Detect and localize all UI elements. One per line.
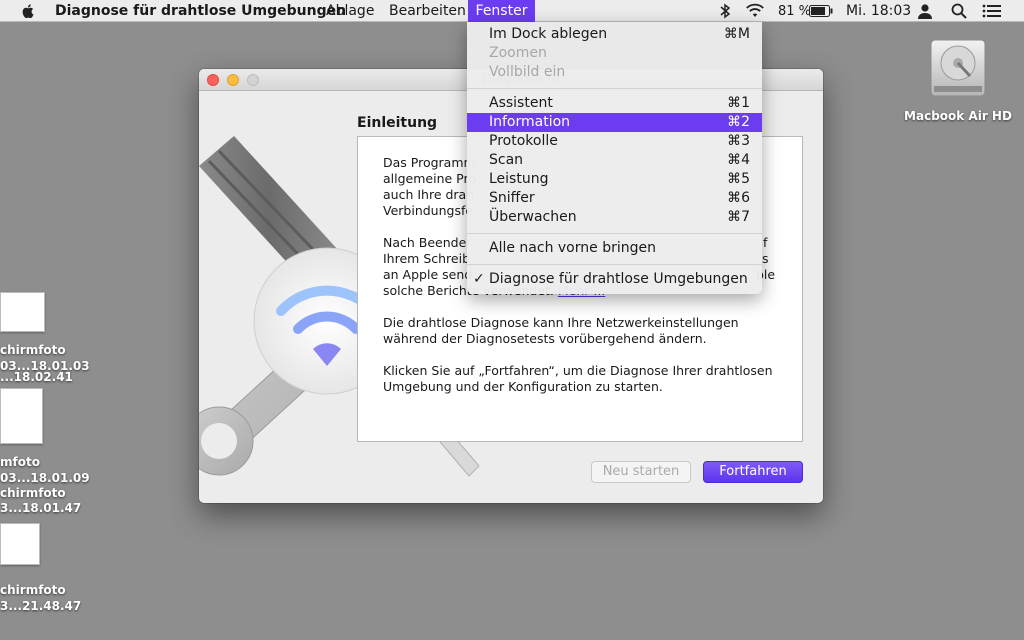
menu-app-name[interactable]: Diagnose für drahtlose Umgebungen bbox=[55, 0, 346, 22]
menu-item-ueberwachen[interactable]: Überwachen ⌘7 bbox=[467, 208, 762, 227]
menu-item-label: Vollbild ein bbox=[489, 64, 566, 80]
text-fragment: s bbox=[762, 251, 769, 266]
menu-item-label: Diagnose für drahtlose Umgebungen bbox=[489, 271, 748, 287]
search-icon[interactable] bbox=[951, 0, 969, 22]
battery-percent: 81 % bbox=[778, 3, 812, 19]
menu-item-scan[interactable]: Scan ⌘4 bbox=[467, 151, 762, 170]
menu-item-label: Zoomen bbox=[489, 45, 547, 61]
menu-item-shortcut: ⌘4 bbox=[727, 152, 750, 168]
menu-item-leistung[interactable]: Leistung ⌘5 bbox=[467, 170, 762, 189]
menu-item-information[interactable]: Information ⌘2 bbox=[467, 113, 762, 132]
menu-separator bbox=[467, 233, 762, 234]
fenster-menu: Im Dock ablegen ⌘M Zoomen Vollbild ein A… bbox=[467, 22, 762, 294]
file-label[interactable]: 3...18.01.47 bbox=[0, 501, 81, 515]
menu-item-alle-nach-vorne[interactable]: Alle nach vorne bringen bbox=[467, 239, 762, 258]
battery-icon[interactable] bbox=[809, 0, 833, 22]
menu-item-label: Im Dock ablegen bbox=[489, 26, 608, 42]
text-line: Verbindungsfe bbox=[383, 203, 474, 218]
menu-item-shortcut: ⌘5 bbox=[727, 171, 750, 187]
screenshot-thumbnail[interactable] bbox=[0, 523, 40, 565]
file-label[interactable]: 3...21.48.47 bbox=[0, 599, 81, 613]
menu-item-label: Sniffer bbox=[489, 190, 535, 206]
restart-button: Neu starten bbox=[591, 461, 691, 483]
menu-item-zoomen: Zoomen bbox=[467, 44, 762, 63]
menu-ablage[interactable]: Ablage bbox=[326, 0, 374, 22]
file-label[interactable]: chirmfoto bbox=[0, 486, 66, 500]
hard-drive-icon[interactable] bbox=[928, 38, 988, 100]
file-label[interactable]: chirmfoto bbox=[0, 343, 66, 357]
drive-label[interactable]: Macbook Air HD bbox=[900, 109, 1016, 123]
menu-item-protokolle[interactable]: Protokolle ⌘3 bbox=[467, 132, 762, 151]
menu-bearbeiten[interactable]: Bearbeiten bbox=[389, 0, 466, 22]
menu-item-label: Assistent bbox=[489, 95, 553, 111]
wifi-icon[interactable] bbox=[745, 0, 767, 22]
file-label[interactable]: mfoto bbox=[0, 455, 40, 469]
file-label[interactable]: ...18.02.41 bbox=[0, 370, 73, 384]
menu-item-label: Leistung bbox=[489, 171, 549, 187]
menu-item-shortcut: ⌘M bbox=[723, 26, 750, 42]
menu-item-shortcut: ⌘1 bbox=[727, 95, 750, 111]
text-line: allgemeine Pro bbox=[383, 171, 476, 186]
user-icon[interactable] bbox=[917, 0, 935, 22]
menu-item-label: Protokolle bbox=[489, 133, 558, 149]
apple-icon[interactable] bbox=[19, 2, 37, 20]
section-title: Einleitung bbox=[357, 115, 438, 131]
file-label[interactable]: 03...18.01.09 bbox=[0, 471, 90, 485]
screenshot-thumbnail[interactable] bbox=[0, 292, 45, 332]
checkmark-icon: ✓ bbox=[473, 271, 485, 287]
menu-item-assistent[interactable]: Assistent ⌘1 bbox=[467, 94, 762, 113]
menu-item-label: Alle nach vorne bringen bbox=[489, 240, 656, 256]
screenshot-thumbnail[interactable] bbox=[0, 388, 43, 444]
menu-item-window-diagnose[interactable]: ✓ Diagnose für drahtlose Umgebungen bbox=[467, 270, 762, 289]
text-line: Ihrem Schreib bbox=[383, 251, 471, 266]
menu-item-shortcut: ⌘2 bbox=[727, 114, 750, 130]
menu-item-label: Information bbox=[489, 114, 571, 130]
menu-bar: Diagnose für drahtlose Umgebungen Ablage… bbox=[0, 0, 1024, 22]
menu-fenster[interactable]: Fenster bbox=[468, 0, 535, 22]
text-line: Nach Beender bbox=[383, 235, 472, 250]
menu-item-im-dock-ablegen[interactable]: Im Dock ablegen ⌘M bbox=[467, 25, 762, 44]
menu-item-label: Scan bbox=[489, 152, 524, 168]
menu-item-shortcut: ⌘6 bbox=[727, 190, 750, 206]
notification-center-icon[interactable] bbox=[982, 0, 1002, 22]
menu-item-shortcut: ⌘3 bbox=[727, 133, 750, 149]
bluetooth-icon[interactable] bbox=[719, 0, 733, 22]
menu-separator bbox=[467, 264, 762, 265]
menu-item-sniffer[interactable]: Sniffer ⌘6 bbox=[467, 189, 762, 208]
menu-item-shortcut: ⌘7 bbox=[727, 209, 750, 225]
menu-separator bbox=[467, 88, 762, 89]
text-fragment: f bbox=[763, 235, 768, 250]
file-label[interactable]: chirmfoto bbox=[0, 583, 66, 597]
continue-button[interactable]: Fortfahren bbox=[703, 461, 803, 483]
clock[interactable]: Mi. 18:03 bbox=[846, 0, 911, 22]
settings-paragraph: Die drahtlose Diagnose kann Ihre Netzwer… bbox=[383, 315, 739, 346]
text-line: an Apple send bbox=[383, 267, 473, 282]
menu-item-vollbild: Vollbild ein bbox=[467, 63, 762, 82]
text-line: Das Programm bbox=[383, 155, 476, 170]
menu-item-label: Überwachen bbox=[489, 209, 577, 225]
text-line: auch Ihre drah bbox=[383, 187, 475, 202]
continue-paragraph: Klicken Sie auf „Fortfahren“, um die Dia… bbox=[383, 363, 773, 394]
